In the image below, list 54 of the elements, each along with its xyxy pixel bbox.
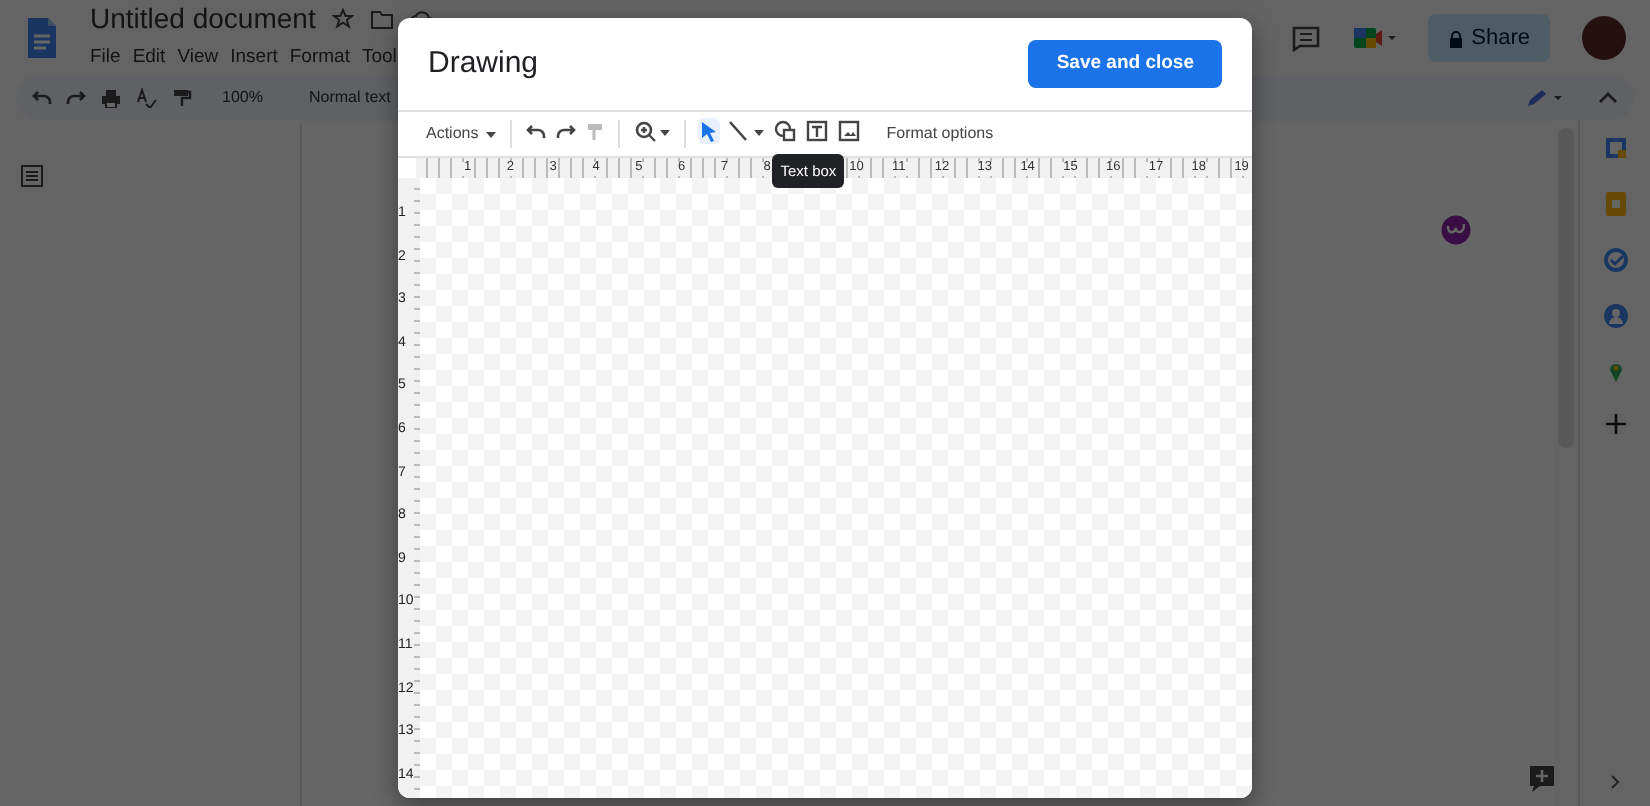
format-options-button[interactable]: Format options [884, 124, 996, 144]
lock-icon [1447, 29, 1464, 47]
image-icon [838, 120, 861, 142]
shapes-tool[interactable] [772, 118, 799, 144]
menu-item[interactable]: Format [289, 43, 350, 72]
folder-icon[interactable] [369, 9, 394, 30]
menu-item[interactable]: View [177, 43, 219, 72]
actions-menu[interactable]: Actions [424, 124, 499, 144]
print-icon[interactable] [100, 88, 122, 108]
docs-logo-icon[interactable] [26, 16, 58, 60]
star-icon[interactable] [331, 8, 354, 31]
checkmark-circle-icon[interactable] [1603, 248, 1627, 272]
line-tool[interactable] [726, 118, 767, 144]
undo-icon [526, 123, 547, 139]
zoom-tool[interactable] [632, 118, 673, 144]
video-call-icon[interactable] [1351, 24, 1396, 52]
plus-icon[interactable] [1605, 414, 1625, 434]
paint-format-icon[interactable] [172, 88, 192, 108]
menu-item[interactable]: Insert [230, 43, 278, 72]
style-dropdown[interactable]: Normal text [308, 86, 391, 110]
pencil-icon[interactable] [1526, 88, 1566, 108]
chevron-right-icon[interactable] [1609, 774, 1621, 790]
caret-down-icon [486, 131, 497, 137]
zoom-dropdown[interactable]: 100% [222, 86, 263, 110]
undo-icon[interactable] [32, 90, 52, 106]
spellcheck-icon[interactable] [136, 88, 158, 108]
menu-item[interactable]: Tool [361, 43, 397, 72]
redo-icon [556, 123, 577, 139]
comment-icon[interactable] [1291, 25, 1320, 51]
outline-icon[interactable] [20, 164, 44, 188]
redo-icon[interactable] [66, 90, 86, 106]
save-and-close-button[interactable]: Save and close [1028, 39, 1222, 89]
zoom-icon [634, 120, 671, 142]
share-button[interactable]: Share [1427, 13, 1550, 63]
caret-up-icon[interactable] [1598, 92, 1618, 104]
undo-tool[interactable] [524, 121, 549, 141]
paint-format-icon [586, 121, 605, 141]
dialog-title: Drawing [428, 43, 539, 84]
menu-item[interactable]: Edit [132, 43, 166, 72]
menu-item[interactable]: File [90, 43, 121, 72]
person-icon[interactable] [1603, 304, 1627, 328]
cursor-tool[interactable] [698, 118, 721, 144]
calendar-icon[interactable] [1603, 136, 1627, 160]
cursor-icon [700, 120, 719, 142]
text-box-tool[interactable] [804, 118, 831, 144]
line-icon [728, 120, 765, 142]
document-title[interactable]: Untitled document [90, 4, 316, 36]
redo-tool[interactable] [554, 121, 579, 141]
add-comment-icon[interactable] [1528, 764, 1556, 792]
text-box-icon [806, 120, 829, 142]
image-tool[interactable] [836, 118, 863, 144]
avatar[interactable] [1582, 16, 1626, 60]
map-pin-icon[interactable] [1607, 360, 1623, 382]
shapes-icon [774, 120, 797, 142]
